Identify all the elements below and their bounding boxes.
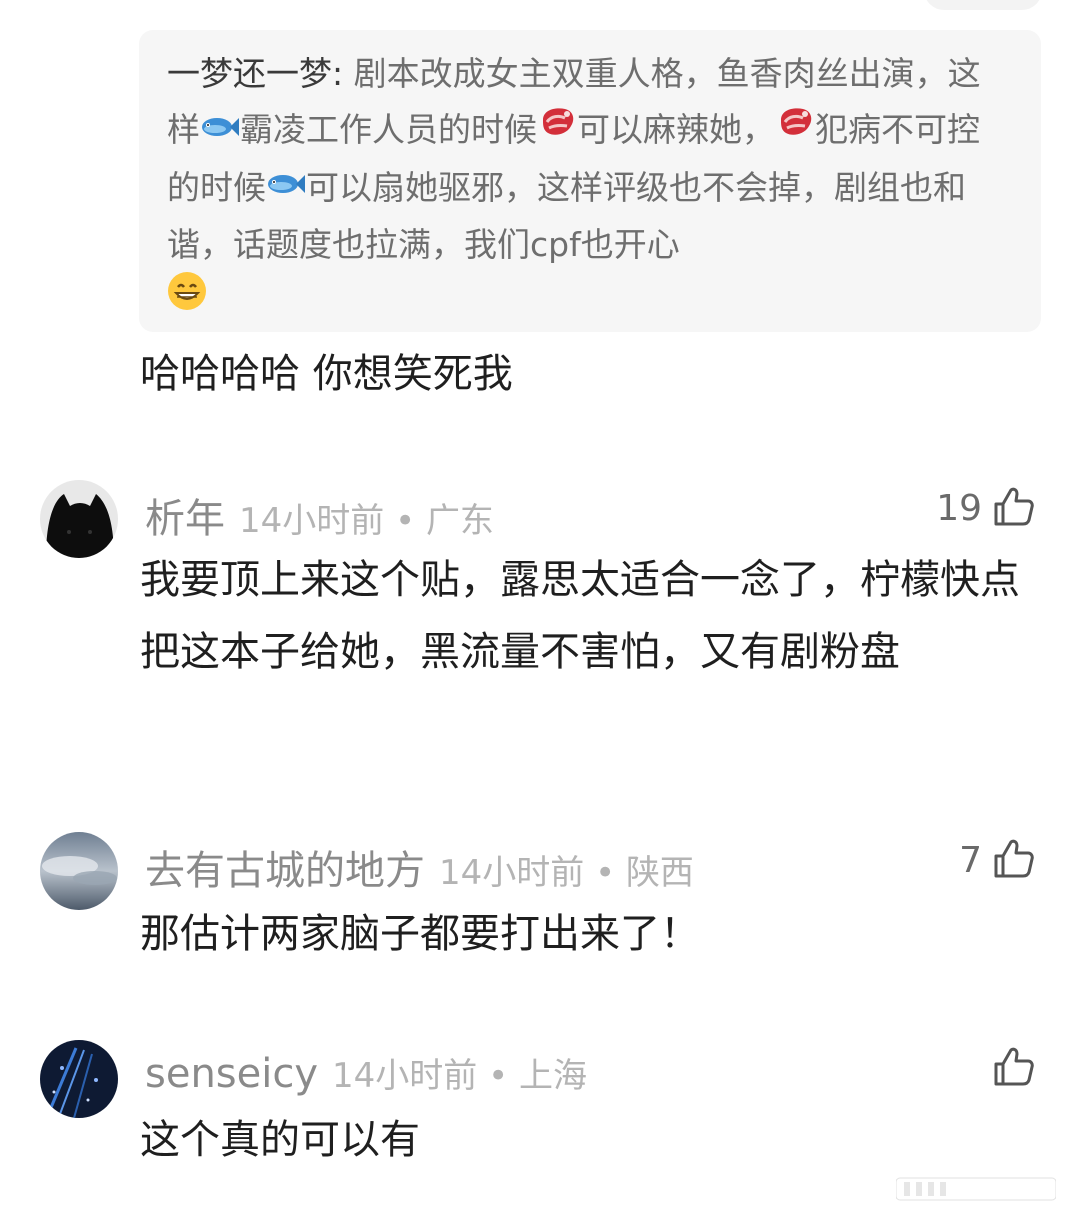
- thumbs-up-icon[interactable]: [992, 1044, 1036, 1092]
- avatar[interactable]: [40, 832, 118, 910]
- comment-time: 14小时前: [239, 501, 385, 541]
- username[interactable]: 析年: [145, 496, 225, 542]
- watermark-logo: [895, 1176, 1057, 1208]
- like-count: 7: [959, 839, 982, 881]
- avatar[interactable]: [40, 1040, 118, 1118]
- quoted-comment[interactable]: 一梦还一梦: 剧本改成女主双重人格，鱼香肉丝出演，这样 霸凌工作人员的时候 可以麻辣…: [139, 30, 1041, 332]
- comment-time: 14小时前: [439, 853, 585, 893]
- avatar[interactable]: [40, 480, 118, 558]
- thumbs-up-icon[interactable]: [992, 836, 1036, 884]
- comment-meta: 14小时前 • 上海: [332, 1056, 587, 1096]
- meta-separator: •: [584, 853, 626, 893]
- quoted-text-part: 霸凌工作人员的时候: [240, 110, 537, 149]
- comment-header: senseicy 14小时前 • 上海: [145, 1048, 587, 1097]
- comment-text: 那估计两家脑子都要打出来了！: [140, 911, 700, 957]
- comment-header: 去有古城的地方 14小时前 • 陕西: [145, 838, 694, 896]
- meta-separator: •: [384, 501, 426, 541]
- grin-icon: [167, 271, 207, 328]
- comment-meta: 14小时前 • 陕西: [439, 853, 694, 893]
- like-count: 19: [936, 487, 982, 529]
- steak-icon: [537, 101, 577, 157]
- fish-icon: [266, 158, 306, 214]
- comment-location: 陕西: [625, 853, 694, 893]
- thumbs-up-icon[interactable]: [992, 484, 1036, 532]
- meta-separator: •: [477, 1056, 519, 1096]
- reply-text: 哈哈哈哈 你想笑死我: [140, 351, 513, 397]
- quoted-text-part: 可以麻辣她，: [577, 110, 775, 149]
- quoted-author[interactable]: 一梦还一梦:: [167, 54, 343, 93]
- like-control[interactable]: 7: [959, 836, 1036, 884]
- like-control[interactable]: [982, 1044, 1036, 1092]
- top-action-pill[interactable]: [924, 0, 1042, 10]
- comment-thread: 一梦还一梦: 剧本改成女主双重人格，鱼香肉丝出演，这样 霸凌工作人员的时候 可以麻辣…: [0, 0, 1080, 1221]
- comment-header: 析年 14小时前 • 广东: [145, 486, 494, 544]
- comment-time: 14小时前: [332, 1056, 478, 1096]
- comment-meta: 14小时前 • 广东: [239, 501, 494, 541]
- username[interactable]: senseicy: [145, 1051, 318, 1097]
- comment-text: 这个真的可以有: [140, 1117, 420, 1163]
- comment-location: 上海: [518, 1056, 587, 1096]
- like-control[interactable]: 19: [936, 484, 1036, 532]
- fish-icon: [200, 101, 240, 157]
- comment-text: 我要顶上来这个贴，露思太适合一念了，柠檬快点把这本子给她，黑流量不害怕，又有剧粉…: [140, 557, 1020, 675]
- steak-icon: [775, 101, 815, 157]
- comment-location: 广东: [425, 501, 494, 541]
- username[interactable]: 去有古城的地方: [145, 848, 425, 894]
